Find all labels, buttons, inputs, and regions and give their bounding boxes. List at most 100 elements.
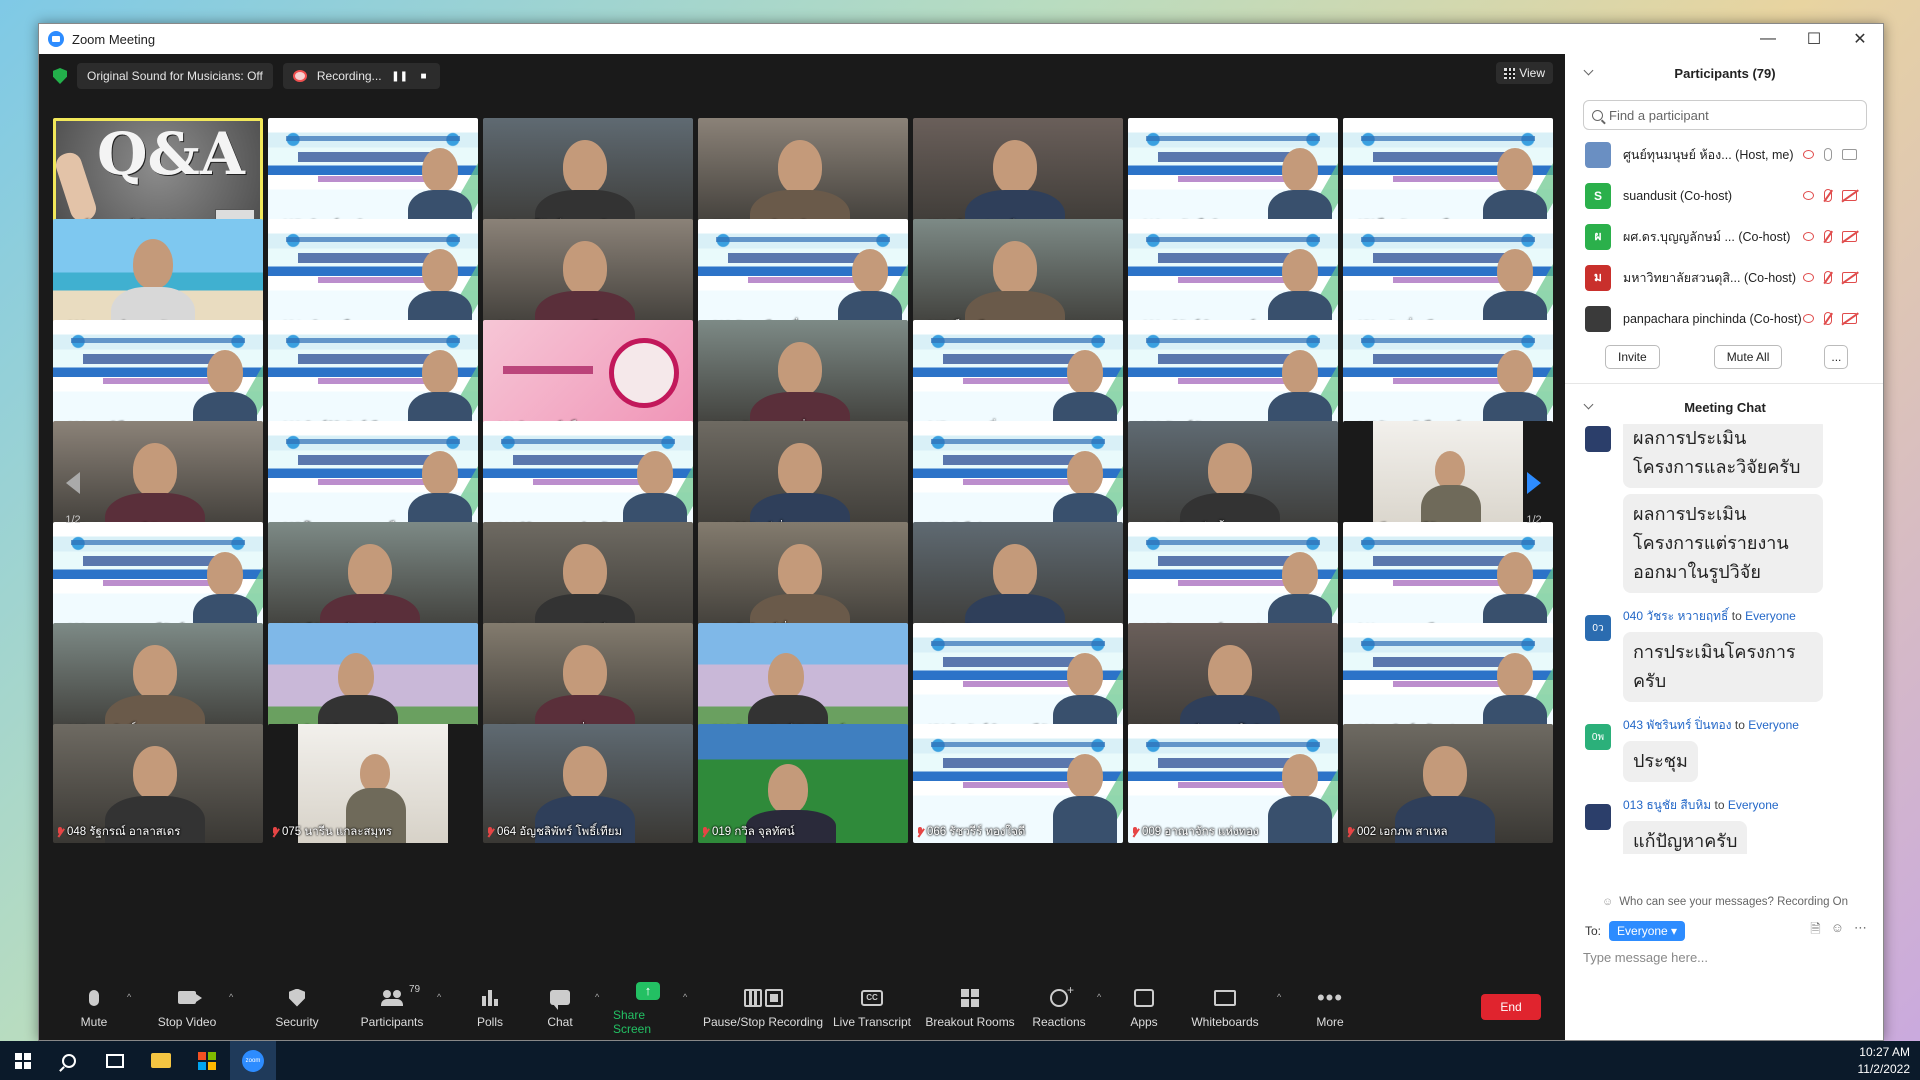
mute-all-button[interactable]: Mute All [1713, 345, 1783, 369]
participant-video-tile[interactable]: 066 รัชวรีร์ ทองใจดี [913, 724, 1123, 843]
polls-button[interactable]: Polls [455, 972, 525, 1040]
chat-options-chevron-icon[interactable]: ^ [595, 992, 613, 1002]
start-button[interactable] [0, 1041, 46, 1080]
search-icon [62, 1053, 76, 1068]
chevron-right-icon [1527, 472, 1541, 494]
chat-bubble[interactable]: ผลการประเมินโครงการแต่รายงานออกมาในรูปวิ… [1623, 494, 1823, 593]
chat-recipient: Everyone [1748, 718, 1799, 732]
participant-list-item[interactable]: ศูนย์ทุนมนุษย์ ห้อง... (Host, me) [1565, 134, 1883, 175]
video-options-chevron-icon[interactable]: ^ [229, 992, 247, 1002]
minimize-button[interactable]: — [1745, 24, 1791, 54]
participant-avatar: ม [1585, 264, 1611, 291]
microphone-status-icon[interactable] [1824, 148, 1832, 161]
participant-avatar: S [1585, 182, 1611, 209]
emoji-icon[interactable]: ☺ [1831, 920, 1844, 942]
invite-button[interactable]: Invite [1605, 345, 1660, 369]
participants-more-button[interactable]: ... [1824, 345, 1849, 369]
participant-video-tile[interactable]: 019 กวิล จุลทัศน์ [698, 724, 908, 843]
breakout-rooms-label: Breakout Rooms [925, 1014, 1015, 1029]
security-label: Security [275, 1014, 319, 1029]
participant-name: 002 เอกภพ สาเหล [1357, 826, 1448, 838]
video-status-icon[interactable] [1842, 231, 1857, 242]
microphone-status-icon[interactable] [1824, 189, 1832, 202]
chat-button[interactable]: Chat [525, 972, 595, 1040]
collapse-chat-chevron-icon[interactable] [1583, 399, 1594, 410]
system-clock[interactable]: 10:27 AM 11/2/2022 [1858, 1044, 1911, 1078]
clock-time: 10:27 AM [1859, 1044, 1910, 1059]
whiteboard-icon [1214, 989, 1236, 1006]
participant-name: 075 นารีน แกละสมุทร [282, 826, 392, 838]
reactions-button[interactable]: Reactions [1021, 972, 1097, 1040]
video-status-icon[interactable] [1842, 272, 1857, 283]
chat-bubble[interactable]: การประเมินโครงการครับ [1623, 632, 1823, 702]
chat-sender-name: 040 วัชระ หวายฤทธิ์ [1623, 609, 1729, 623]
close-button[interactable]: ✕ [1837, 24, 1883, 54]
participants-options-chevron-icon[interactable]: ^ [437, 992, 455, 1002]
live-transcript-button[interactable]: CC Live Transcript [825, 972, 919, 1040]
participant-list-item[interactable]: Ssuandusit (Co-host) [1565, 175, 1883, 216]
apps-button[interactable]: Apps [1115, 972, 1173, 1040]
video-status-icon[interactable] [1842, 190, 1857, 201]
participant-search-placeholder: Find a participant [1609, 107, 1709, 123]
participant-video-tile[interactable]: 002 เอกภพ สาเหล [1343, 724, 1553, 843]
microphone-status-icon[interactable] [1824, 271, 1832, 284]
stop-recording-icon[interactable]: ■ [418, 70, 430, 82]
chat-bubble[interactable]: ประชุม [1623, 741, 1698, 782]
video-status-icon[interactable] [1842, 313, 1857, 324]
share-options-chevron-icon[interactable]: ^ [683, 992, 701, 1002]
participant-name-label: 064 อัญชลิพัทร์ โพธิ์เทียม [486, 823, 622, 841]
store-app-button[interactable] [184, 1041, 230, 1080]
participant-video-tile[interactable]: 009 อาณาจักร แห่งทอง [1128, 724, 1338, 843]
pause-recording-icon[interactable]: ❚❚ [391, 70, 408, 82]
whiteboards-options-chevron-icon[interactable]: ^ [1277, 992, 1295, 1002]
participant-list-item[interactable]: panpachara pinchinda (Co-host) [1565, 298, 1883, 339]
participant-search-input[interactable]: Find a participant [1583, 100, 1867, 130]
audio-options-chevron-icon[interactable]: ^ [127, 992, 145, 1002]
chat-visibility-notice[interactable]: ☺ Who can see your messages? Recording O… [1565, 892, 1883, 912]
chat-bubble[interactable]: ผลการประเมินโครงการและวิจัยครับ [1623, 424, 1823, 488]
participant-actions: Invite Mute All ... [1565, 339, 1883, 369]
collapse-participants-chevron-icon[interactable] [1583, 65, 1594, 76]
breakout-rooms-button[interactable]: Breakout Rooms [919, 972, 1021, 1040]
whiteboards-button[interactable]: Whiteboards [1173, 972, 1277, 1040]
participant-video-tile[interactable]: 075 นารีน แกละสมุทร [268, 724, 478, 843]
video-status-icon[interactable] [1842, 149, 1857, 160]
microphone-status-icon[interactable] [1824, 312, 1832, 325]
participant-video-tile[interactable]: 048 รัฐกรณ์ อาลาสเดร [53, 724, 263, 843]
more-dots-icon: ••• [1316, 984, 1344, 1010]
pause-stop-recording-button[interactable]: Pause/Stop Recording [701, 972, 825, 1040]
end-meeting-button[interactable]: End [1481, 994, 1541, 1020]
participant-name-label: 075 นารีน แกละสมุทร [271, 823, 392, 841]
reactions-options-chevron-icon[interactable]: ^ [1097, 992, 1115, 1002]
previous-page-button[interactable]: 1/2 [53, 449, 93, 549]
store-icon [198, 1051, 216, 1070]
participant-video-tile[interactable]: 064 อัญชลิพัทร์ โพธิ์เทียม [483, 724, 693, 843]
zoom-taskbar-button[interactable]: zoom [230, 1041, 276, 1080]
recipient-dropdown[interactable]: Everyone ▾ [1609, 921, 1686, 941]
chat-more-icon[interactable]: ⋯ [1854, 920, 1867, 942]
taskbar-search-button[interactable] [46, 1041, 92, 1080]
task-view-button[interactable] [92, 1041, 138, 1080]
encryption-shield-icon[interactable] [53, 68, 67, 84]
view-button[interactable]: View [1496, 62, 1553, 84]
maximize-button[interactable]: ☐ [1791, 24, 1837, 54]
muted-microphone-icon [916, 826, 924, 838]
participant-list-item[interactable]: ม มหาวิทยาลัยสวนดุสิ... (Co-host) [1565, 257, 1883, 298]
microphone-status-icon[interactable] [1824, 230, 1832, 243]
more-button[interactable]: ••• More [1295, 972, 1365, 1040]
share-screen-button[interactable]: ↑ Share Screen [613, 972, 683, 1040]
chat-message-input[interactable]: Type message here... [1565, 950, 1883, 970]
participants-button[interactable]: 79 Participants [347, 972, 437, 1040]
recording-status-icon [1803, 273, 1814, 282]
security-button[interactable]: Security [247, 972, 347, 1040]
chat-bubble[interactable]: แก้ปัญหาครับ [1623, 821, 1748, 854]
file-icon[interactable]: 🗎 [1810, 920, 1820, 942]
next-page-button[interactable]: 1/2 [1514, 449, 1554, 549]
mute-button[interactable]: Mute [61, 972, 127, 1040]
file-explorer-button[interactable] [138, 1041, 184, 1080]
zoom-window: Zoom Meeting — ☐ ✕ Original Sound for Mu… [38, 23, 1884, 1041]
stop-video-button[interactable]: Stop Video [145, 972, 229, 1040]
original-sound-toggle[interactable]: Original Sound for Musicians: Off [77, 63, 273, 89]
participant-list-item[interactable]: ผ ผศ.ดร.บุญญลักษม์ ... (Co-host) [1565, 216, 1883, 257]
zoom-logo-icon [48, 31, 64, 47]
